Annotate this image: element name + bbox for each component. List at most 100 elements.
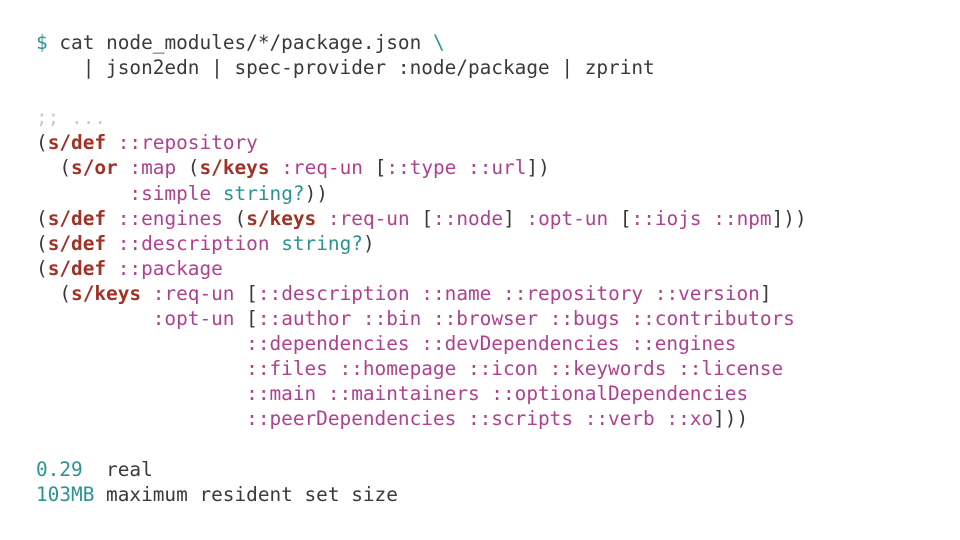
spec-line-package-req-un: (s/keys :req-un [::description ::name ::…: [36, 281, 960, 306]
output-comment-line: ;; ...: [36, 105, 960, 130]
timing-line: 0.29 real: [36, 457, 960, 482]
spec-line-package-opt-un-3: ::files ::homepage ::icon ::keywords ::l…: [36, 356, 960, 381]
token-pred: string?: [222, 181, 305, 205]
token-kw: ::package: [117, 256, 223, 280]
token-punct: (: [36, 256, 48, 280]
token-punct: ]: [759, 281, 772, 305]
command-line-2: | json2edn | spec-provider :node/package…: [36, 55, 960, 80]
spec-line-package-opt-un-4: ::main ::maintainers ::optionalDependenc…: [36, 381, 960, 406]
token-kw: :req-un: [152, 281, 235, 305]
token-punct: ): [362, 231, 375, 255]
token-kw: :req-un: [281, 156, 363, 180]
token-punct: (: [36, 206, 48, 230]
token-punct: [: [234, 307, 258, 331]
token-kw: ::node: [433, 206, 504, 230]
token-kw: ::peerDependencies ::scripts ::verb ::xo: [246, 407, 714, 431]
token-kw: ::repository: [117, 131, 258, 155]
token-kw: :opt-un: [152, 307, 235, 331]
token-pred: string?: [281, 231, 363, 255]
token-kw: :map: [129, 156, 177, 180]
token-kw: :req-un: [327, 206, 410, 230]
token-punct: (: [176, 156, 200, 180]
token-kw: :opt-un: [526, 206, 609, 230]
token-macro: s/def: [47, 206, 107, 230]
token-kw: ::files ::homepage ::icon ::keywords ::l…: [246, 357, 784, 381]
spec-line-package-opt-un-2: ::dependencies ::devDependencies ::engin…: [36, 331, 960, 356]
timing-value: 103MB: [36, 482, 95, 506]
timing-line: 103MB maximum resident set size: [36, 482, 960, 507]
token-punct: [: [234, 281, 258, 305]
spec-line-package-opt-un-5: ::peerDependencies ::scripts ::verb ::xo…: [36, 406, 960, 431]
command-line-1: $ cat node_modules/*/package.json \: [36, 30, 960, 55]
command-spacer: [48, 31, 60, 54]
token-kw: ::description: [117, 231, 270, 255]
token-macro: s/def: [47, 131, 107, 155]
command-spacer-2: [421, 31, 433, 54]
token-punct: (: [222, 206, 247, 230]
comment-text: ;; ...: [36, 106, 107, 130]
token-kw: ::author ::bin ::browser ::bugs ::contri…: [257, 307, 795, 331]
token-macro: s/def: [47, 231, 107, 255]
token-kw: ::description ::name ::repository ::vers…: [257, 281, 760, 305]
timing-value: 0.29: [36, 457, 95, 481]
spec-line-engines: (s/def ::engines (s/keys :req-un [::node…: [36, 206, 960, 231]
command-line-2-indent: [36, 56, 83, 79]
token-punct: (: [36, 281, 72, 305]
token-macro: s/def: [47, 256, 107, 280]
command-text-line-1: cat node_modules/*/package.json: [59, 31, 422, 54]
spec-line-repository-body-2: :simple string?)): [36, 181, 960, 206]
token-macro: s/keys: [71, 281, 142, 305]
token-kw: ::type ::url: [386, 156, 527, 180]
command-text-line-2: | json2edn | spec-provider :node/package…: [82, 56, 655, 80]
terminal-window: $ cat node_modules/*/package.json \ | js…: [0, 0, 960, 540]
token-kw: ::engines: [117, 206, 223, 230]
token-kw: :simple: [129, 181, 212, 205]
token-macro: s/keys: [199, 156, 270, 180]
token-punct: [: [409, 206, 434, 230]
shell-prompt-symbol: $: [36, 31, 48, 54]
token-punct: [: [608, 206, 632, 230]
token-punct: (: [36, 131, 48, 155]
token-punct: )): [304, 181, 328, 205]
timing-output-block: 0.29 real 103MB maximum resident set size: [36, 457, 960, 507]
token-macro: s/or: [71, 156, 118, 180]
spec-line-package-opt-un-1: :opt-un [::author ::bin ::browser ::bugs…: [36, 306, 960, 331]
spec-line-repository-body-1: (s/or :map (s/keys :req-un [::type ::url…: [36, 155, 960, 180]
token-punct: ])): [713, 407, 749, 431]
token-kw: ::iojs ::npm: [631, 206, 772, 230]
timing-label: maximum resident set size: [94, 482, 398, 506]
timing-label: real: [94, 457, 153, 481]
token-punct: ]: [503, 206, 527, 230]
token-punct: (: [36, 156, 72, 180]
token-kw: ::dependencies ::devDependencies ::engin…: [246, 332, 737, 356]
spec-line-package: (s/def ::package: [36, 256, 960, 281]
token-punct: ])): [771, 206, 807, 230]
spec-line-repository: (s/def ::repository: [36, 130, 960, 155]
spec-output-block: (s/def ::repository (s/or :map (s/keys :…: [36, 130, 960, 431]
spec-line-description: (s/def ::description string?): [36, 231, 960, 256]
token-kw: ::main ::maintainers ::optionalDependenc…: [246, 382, 749, 406]
token-punct: (: [36, 231, 48, 255]
token-macro: s/keys: [246, 206, 317, 230]
token-punct: ]): [526, 156, 550, 180]
line-continuation-backslash: \: [432, 31, 445, 54]
token-punct: [: [362, 156, 387, 180]
